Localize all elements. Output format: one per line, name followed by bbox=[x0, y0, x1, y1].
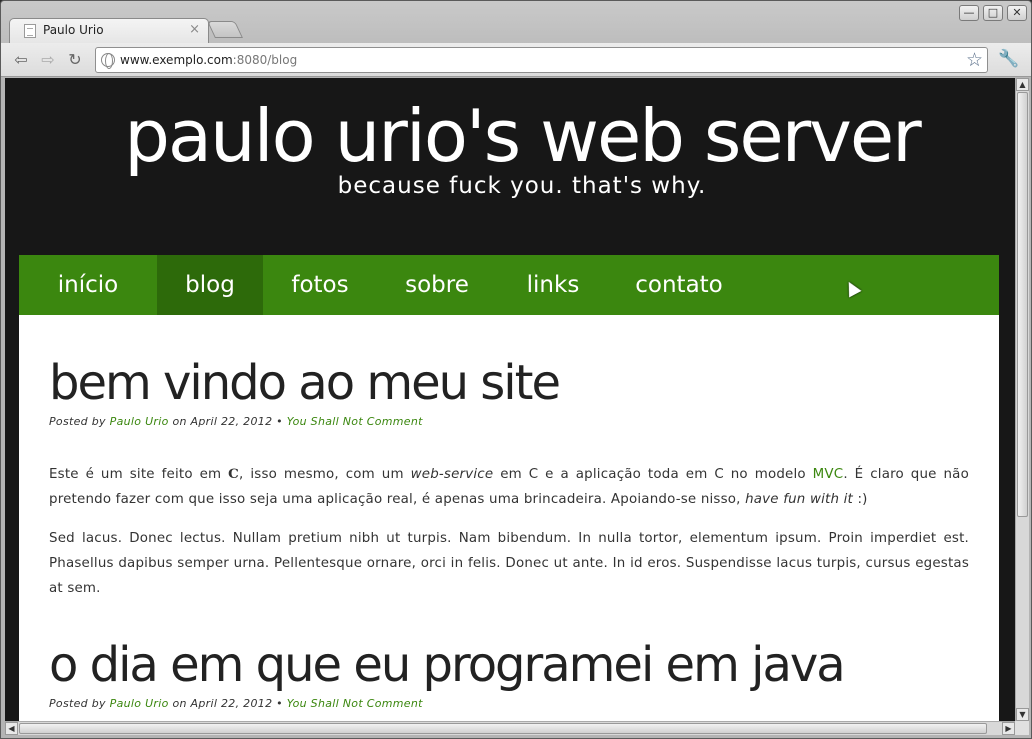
browser-toolbar: ⇦ ⇨ ↻ www.exemplo.com:8080/blog ☆ 🔧 bbox=[1, 43, 1031, 77]
nav-item-blog[interactable]: blog bbox=[157, 255, 263, 315]
new-tab-button[interactable] bbox=[207, 21, 243, 38]
vertical-scrollbar[interactable]: ▲ ▼ bbox=[1015, 78, 1029, 721]
page-viewport: paulo urio's web server because fuck you… bbox=[5, 78, 1015, 721]
author-link[interactable]: Paulo Urio bbox=[110, 415, 169, 428]
scrollbar-corner bbox=[1015, 721, 1029, 735]
tab-title: Paulo Urio bbox=[43, 23, 104, 37]
post-meta: Posted by Paulo Urio on April 22, 2012 •… bbox=[49, 697, 423, 710]
nav-item-sobre[interactable]: sobre bbox=[377, 255, 497, 315]
tab-close-icon[interactable]: × bbox=[189, 22, 200, 37]
maximize-button[interactable]: □ bbox=[983, 5, 1003, 21]
author-link[interactable]: Paulo Urio bbox=[110, 697, 169, 710]
nav-item-contato[interactable]: contato bbox=[609, 255, 749, 315]
tab-strip: Paulo Urio × — □ ✕ bbox=[1, 1, 1031, 43]
reload-icon[interactable]: ↻ bbox=[65, 50, 85, 70]
browser-window: Paulo Urio × — □ ✕ ⇦ ⇨ ↻ www.exemplo.com… bbox=[0, 0, 1032, 739]
nav-item-fotos[interactable]: fotos bbox=[263, 255, 377, 315]
comments-link[interactable]: You Shall Not Comment bbox=[287, 697, 423, 710]
globe-icon bbox=[101, 53, 115, 69]
window-controls: — □ ✕ bbox=[959, 5, 1027, 21]
horizontal-scroll-thumb[interactable] bbox=[19, 723, 987, 734]
url-text[interactable]: www.exemplo.com:8080/blog bbox=[120, 53, 297, 67]
horizontal-scrollbar[interactable]: ◀ ▶ bbox=[5, 721, 1015, 735]
scroll-up-icon[interactable]: ▲ bbox=[1016, 78, 1029, 91]
post-meta: Posted by Paulo Urio on April 22, 2012 •… bbox=[49, 415, 423, 428]
post-paragraph: Sed lacus. Donec lectus. Nullam pretium … bbox=[49, 531, 969, 596]
address-bar[interactable]: www.exemplo.com:8080/blog ☆ bbox=[95, 47, 988, 73]
mvc-link[interactable]: MVC bbox=[813, 467, 844, 482]
post-title[interactable]: bem vindo ao meu site bbox=[49, 355, 561, 411]
site-title: paulo urio's web server bbox=[124, 94, 922, 178]
page-favicon-icon bbox=[24, 24, 36, 38]
back-arrow-icon[interactable]: ⇦ bbox=[11, 50, 31, 70]
scroll-right-icon[interactable]: ▶ bbox=[1002, 722, 1015, 735]
comments-link[interactable]: You Shall Not Comment bbox=[287, 415, 423, 428]
scroll-down-icon[interactable]: ▼ bbox=[1016, 708, 1029, 721]
site-tagline: because fuck you. that's why. bbox=[337, 173, 707, 199]
wrench-menu-icon[interactable]: 🔧 bbox=[998, 49, 1019, 69]
nav-item-links[interactable]: links bbox=[497, 255, 609, 315]
scroll-left-icon[interactable]: ◀ bbox=[5, 722, 18, 735]
browser-tab[interactable]: Paulo Urio × bbox=[9, 18, 209, 43]
post-paragraph: Este é um site feito em C, isso mesmo, c… bbox=[49, 466, 969, 507]
content-area: bem vindo ao meu site Posted by Paulo Ur… bbox=[19, 315, 999, 721]
post-title[interactable]: o dia em que eu programei em java bbox=[49, 637, 846, 693]
minimize-button[interactable]: — bbox=[959, 5, 979, 21]
close-window-button[interactable]: ✕ bbox=[1007, 5, 1027, 21]
nav-item-inicio[interactable]: início bbox=[19, 255, 157, 315]
vertical-scroll-thumb[interactable] bbox=[1017, 92, 1028, 517]
bookmark-star-icon[interactable]: ☆ bbox=[966, 49, 983, 71]
forward-arrow-icon[interactable]: ⇨ bbox=[38, 50, 58, 70]
